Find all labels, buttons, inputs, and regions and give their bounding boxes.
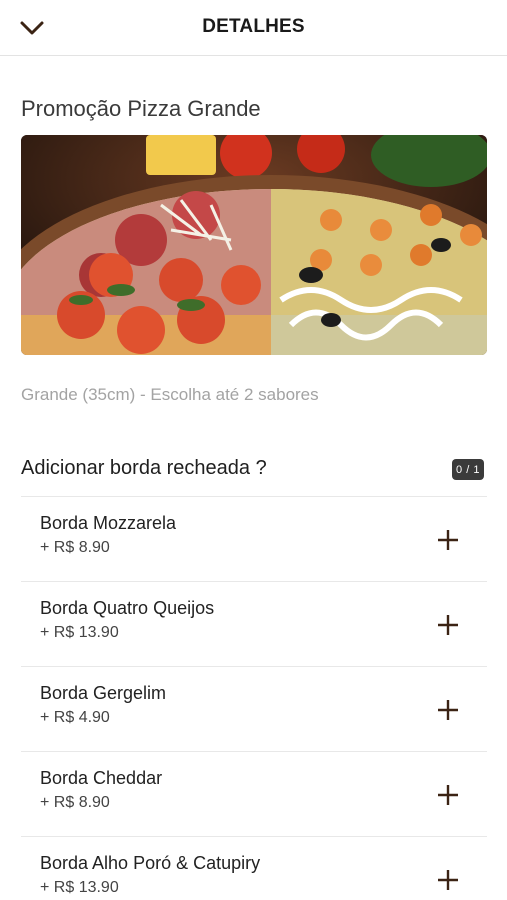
selection-counter-badge: 0 / 1 xyxy=(452,459,484,480)
page-title: DETALHES xyxy=(202,16,305,37)
product-name: Promoção Pizza Grande xyxy=(21,96,261,121)
option-price: + R$ 8.90 xyxy=(40,794,110,811)
option-name: Borda Cheddar xyxy=(40,768,163,788)
product-description: Grande (35cm) - Escolha até 2 sabores xyxy=(21,385,319,404)
plus-icon[interactable] xyxy=(435,782,461,808)
option-item[interactable]: Borda Mozzarela + R$ 8.90 xyxy=(21,496,487,581)
option-name: Borda Gergelim xyxy=(40,683,167,703)
plus-icon[interactable] xyxy=(435,612,461,638)
option-name: Borda Quatro Queijos xyxy=(40,598,215,618)
option-name: Borda Mozzarela xyxy=(40,513,177,533)
header-bar: DETALHES xyxy=(0,0,507,56)
option-price: + R$ 8.90 xyxy=(40,539,110,556)
options-list: Borda Mozzarela + R$ 8.90 Borda Quatro Q… xyxy=(21,496,487,900)
option-item[interactable]: Borda Cheddar + R$ 8.90 xyxy=(21,751,487,836)
option-price: + R$ 13.90 xyxy=(40,624,119,641)
option-item[interactable]: Borda Gergelim + R$ 4.90 xyxy=(21,666,487,751)
product-image xyxy=(21,135,487,355)
plus-icon[interactable] xyxy=(435,867,461,893)
plus-icon[interactable] xyxy=(435,527,461,553)
option-price: + R$ 13.90 xyxy=(40,879,119,896)
plus-icon[interactable] xyxy=(435,697,461,723)
section-title: Adicionar borda recheada ? xyxy=(21,457,267,479)
option-item[interactable]: Borda Quatro Queijos + R$ 13.90 xyxy=(21,581,487,666)
option-price: + R$ 4.90 xyxy=(40,709,110,726)
option-item[interactable]: Borda Alho Poró & Catupiry + R$ 13.90 xyxy=(21,836,487,900)
option-name: Borda Alho Poró & Catupiry xyxy=(40,853,261,873)
